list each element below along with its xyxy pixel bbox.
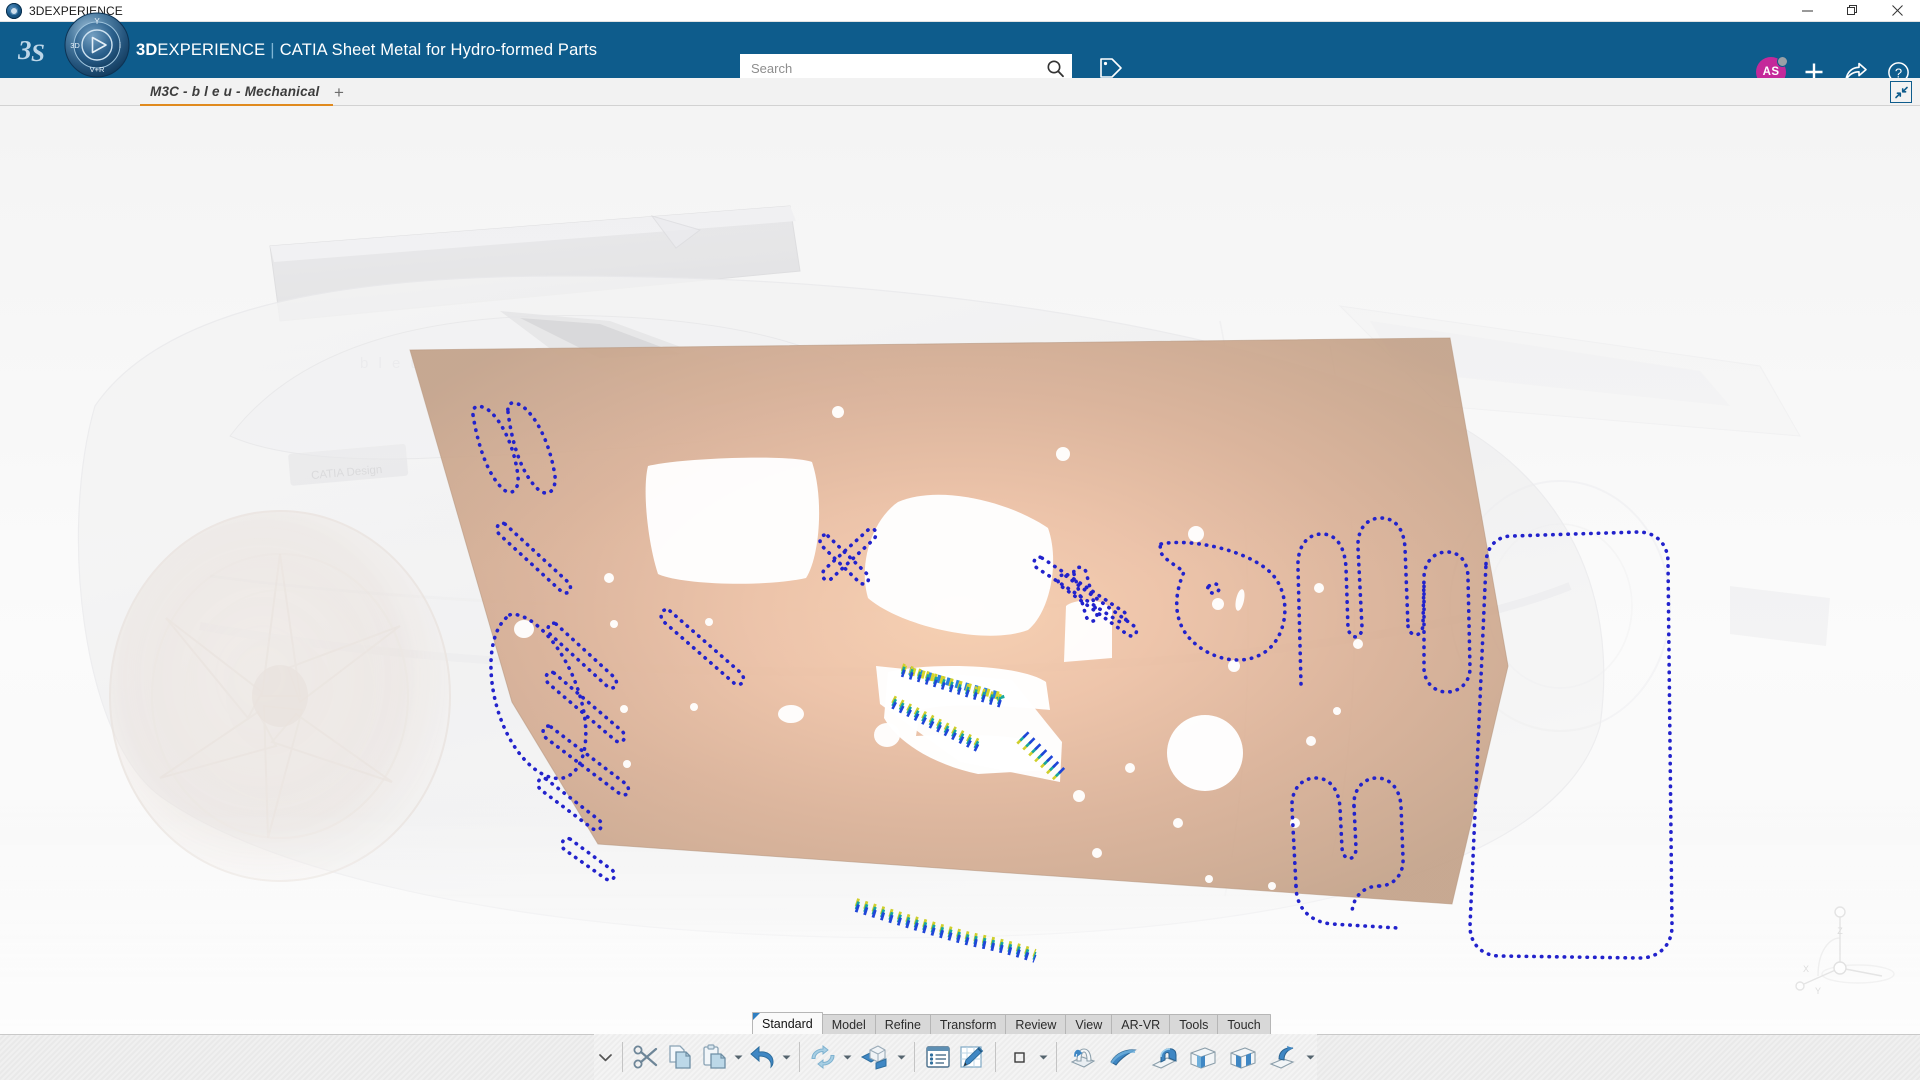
actionbar-tab-view[interactable]: View <box>1065 1014 1113 1034</box>
square-select-icon[interactable] <box>1002 1037 1036 1077</box>
selection-dropdown-caret-icon[interactable] <box>1036 1037 1050 1077</box>
collapse-diagonal-icon[interactable] <box>1890 81 1912 103</box>
compass-south-label: V+R <box>90 65 105 74</box>
application-window: 3DEXPERIENCE 3 S 3DEXPERIENCE | CATIA Sh… <box>0 0 1920 1080</box>
undo-dropdown-caret-icon[interactable] <box>779 1037 793 1077</box>
flange-icon[interactable] <box>1143 1037 1183 1077</box>
app-header: 3 S 3DEXPERIENCE | CATIA Sheet Metal for H… <box>0 22 1920 87</box>
actionbar-tab-model[interactable]: Model <box>821 1014 876 1034</box>
update-cycle-icon[interactable] <box>806 1037 840 1077</box>
compass-north-label: Y <box>94 17 100 26</box>
add-tab-button[interactable]: + <box>330 83 348 101</box>
app-name: CATIA Sheet Metal for Hydro-formed Parts <box>279 40 598 59</box>
actionbar-tab-ar-vr[interactable]: AR-VR <box>1111 1014 1171 1034</box>
undo-arrow-icon[interactable] <box>745 1037 779 1077</box>
avatar-status-dot <box>1777 56 1788 67</box>
document-tabstrip: M3C - b l e u - Mechanical + <box>0 78 1920 106</box>
curved-wall-icon[interactable] <box>1103 1037 1143 1077</box>
axis-label-y: Y <box>1815 986 1821 996</box>
chevron-down-icon[interactable] <box>594 1037 616 1077</box>
3ds-logo-icon <box>6 2 22 19</box>
3dexperience-compass[interactable]: Y 3D i V+R <box>64 12 130 78</box>
3d-scene: CATIA Design b l e u <box>0 106 1920 1080</box>
brand-bold: 3D <box>136 40 158 59</box>
update-dropdown-caret-icon[interactable] <box>840 1037 854 1077</box>
minimize-icon[interactable] <box>1785 0 1830 22</box>
restore-icon[interactable] <box>1830 0 1875 22</box>
bend-from-flat-icon[interactable] <box>1263 1037 1303 1077</box>
actionbar <box>0 1034 1920 1080</box>
3d-viewport[interactable]: CATIA Design b l e u Z X Y <box>0 106 1920 1080</box>
brand-rest: EXPERIENCE <box>157 40 266 59</box>
compass-east-label: i <box>119 41 121 50</box>
svg-text:S: S <box>31 40 45 66</box>
app-title: 3DEXPERIENCE | CATIA Sheet Metal for Hydro… <box>136 41 597 60</box>
manipulate-dropdown-caret-icon[interactable] <box>894 1037 908 1077</box>
sketch-pencil-grid-icon[interactable] <box>955 1037 989 1077</box>
actionbar-tab-review[interactable]: Review <box>1005 1014 1067 1034</box>
tab-active-document[interactable]: M3C - b l e u - Mechanical <box>140 78 334 106</box>
actionbar-commands <box>594 1034 1317 1080</box>
compass-west-label: 3D <box>70 41 80 50</box>
title-separator: | <box>270 40 275 59</box>
actionbar-tabs: Standard Model Refine Transform Review V… <box>752 1012 1271 1034</box>
scissors-icon[interactable] <box>629 1037 663 1077</box>
dassault-systemes-logo-icon[interactable]: 3 S <box>8 22 62 78</box>
properties-list-icon[interactable] <box>921 1037 955 1077</box>
actionbar-tab-tools[interactable]: Tools <box>1169 1014 1219 1034</box>
axis-label-z: Z <box>1837 926 1843 936</box>
bead-icon[interactable] <box>1183 1037 1223 1077</box>
cube-manipulate-icon[interactable] <box>854 1037 894 1077</box>
paste-dropdown-caret-icon[interactable] <box>731 1037 745 1077</box>
actionbar-tab-touch[interactable]: Touch <box>1217 1014 1271 1034</box>
svg-text:3: 3 <box>18 35 32 65</box>
toolbar-separator <box>622 1042 623 1072</box>
window-titlebar: 3DEXPERIENCE <box>0 0 1920 22</box>
toolbar-separator-2 <box>799 1042 800 1072</box>
close-icon[interactable] <box>1875 0 1920 22</box>
axis-label-x: X <box>1803 964 1809 974</box>
toolbar-separator-3 <box>914 1042 915 1072</box>
actionbar-tab-standard[interactable]: Standard <box>752 1012 823 1034</box>
axis-triad: Z X Y <box>1778 898 1898 1008</box>
toolbar-separator-4 <box>995 1042 996 1072</box>
actionbar-tab-refine[interactable]: Refine <box>874 1014 931 1034</box>
clipboard-paste-icon[interactable] <box>697 1037 731 1077</box>
stamp-icon[interactable] <box>1223 1037 1263 1077</box>
toolbar-separator-5 <box>1056 1042 1057 1072</box>
copy-pages-icon[interactable] <box>663 1037 697 1077</box>
bend-dropdown-caret-icon[interactable] <box>1303 1037 1317 1077</box>
hydroform-die-icon[interactable] <box>1063 1037 1103 1077</box>
window-controls <box>1785 0 1920 22</box>
actionbar-tab-transform[interactable]: Transform <box>929 1014 1007 1034</box>
